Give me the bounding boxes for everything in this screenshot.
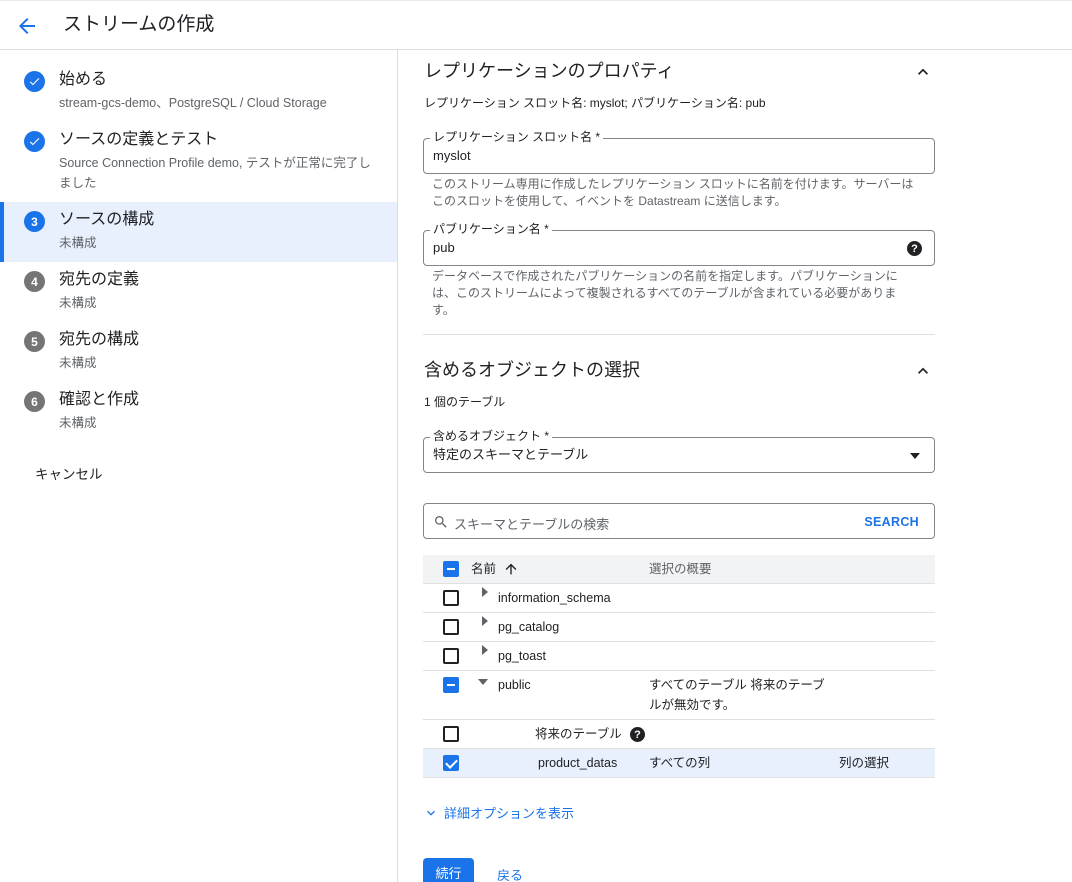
step-number-badge: 6 <box>24 391 45 412</box>
page-title: ストリームの作成 <box>63 14 215 35</box>
check-circle-icon <box>24 131 45 152</box>
publication-name-value[interactable]: pub <box>433 240 455 256</box>
expand-right-icon[interactable] <box>482 587 488 597</box>
row-checkbox[interactable] <box>443 648 459 664</box>
help-icon[interactable]: ? <box>630 727 645 742</box>
table-count: 1 個のテーブル <box>424 395 506 409</box>
expand-right-icon[interactable] <box>482 616 488 626</box>
select-columns-link[interactable]: 列の選択 <box>839 753 889 773</box>
section-heading-replication: レプリケーションのプロパティ <box>424 61 675 81</box>
table-row: pg_toast <box>423 642 935 671</box>
app-header: ストリームの作成 <box>0 0 1072 50</box>
step-number-badge: 3 <box>24 211 45 232</box>
table-row: product_datas すべての列 列の選択 <box>423 749 935 778</box>
replication-summary: レプリケーション スロット名: myslot; パブリケーション名: pub <box>424 96 766 110</box>
row-checkbox[interactable] <box>443 726 459 742</box>
step-subtitle: 未構成 <box>59 296 97 310</box>
row-checkbox[interactable] <box>443 755 459 771</box>
dropdown-arrow-icon <box>910 453 920 459</box>
schema-search-box[interactable]: スキーマとテーブルの検索 SEARCH <box>423 503 935 539</box>
column-header-name[interactable]: 名前 <box>471 559 496 579</box>
sort-arrow-up-icon[interactable] <box>503 561 519 577</box>
future-tables-label: 将来のテーブル <box>535 727 622 741</box>
expand-right-icon[interactable] <box>482 645 488 655</box>
step-4[interactable]: 4 宛先の定義 未構成 <box>0 262 397 322</box>
section-divider <box>423 334 935 335</box>
step-3[interactable]: 3 ソースの構成 未構成 <box>0 202 397 262</box>
selection-summary: すべてのテーブル 将来のテーブルが無効です。 <box>649 678 825 712</box>
slot-name-help: このストリーム専用に作成したレプリケーション スロットに名前を付けます。サーバー… <box>432 177 914 208</box>
step-title: ソースの構成 <box>59 211 155 228</box>
row-checkbox[interactable] <box>443 590 459 606</box>
main-content: レプリケーションのプロパティ レプリケーション スロット名: myslot; パ… <box>399 50 1072 882</box>
chevron-down-icon <box>427 810 435 816</box>
search-input[interactable]: スキーマとテーブルの検索 <box>454 514 609 533</box>
row-checkbox[interactable] <box>443 619 459 635</box>
schema-name: information_schema <box>498 591 611 605</box>
slot-name-field[interactable]: レプリケーション スロット名 * myslot <box>423 130 935 174</box>
step-subtitle: 未構成 <box>59 356 97 370</box>
table-row: public すべてのテーブル 将来のテーブルが無効です。 <box>423 671 935 720</box>
include-objects-value: 特定のスキーマとテーブル <box>433 447 589 462</box>
show-advanced-options[interactable]: 詳細オプションを表示 <box>423 803 574 822</box>
publication-name-field[interactable]: パブリケーション名 * pub ? <box>423 222 935 266</box>
step-1[interactable]: 始める stream-gcs-demo、PostgreSQL / Cloud S… <box>0 60 397 120</box>
section-heading-objects: 含めるオブジェクトの選択 <box>424 360 640 380</box>
table-name: product_datas <box>538 756 618 770</box>
schema-name: pg_toast <box>498 649 546 663</box>
search-button[interactable]: SEARCH <box>864 515 919 529</box>
slot-name-label: レプリケーション スロット名 * <box>430 130 604 144</box>
step-title: 宛先の定義 <box>59 271 140 288</box>
continue-button[interactable]: 続行 <box>423 858 474 882</box>
step-title: 確認と作成 <box>59 391 140 408</box>
row-checkbox[interactable] <box>443 677 459 693</box>
table-header: 名前 選択の概要 <box>423 555 935 584</box>
stepper-sidebar: 始める stream-gcs-demo、PostgreSQL / Cloud S… <box>0 50 398 882</box>
table-row: pg_catalog <box>423 613 935 642</box>
table-row: information_schema <box>423 584 935 613</box>
help-icon[interactable]: ? <box>907 241 922 256</box>
search-icon <box>435 516 447 528</box>
step-2[interactable]: ソースの定義とテスト Source Connection Profile dem… <box>0 120 397 200</box>
cancel-button[interactable]: キャンセル <box>35 463 103 483</box>
publication-name-help: データベースで作成されたパブリケーションの名前を指定します。パブリケーションには… <box>432 269 898 317</box>
publication-name-label: パブリケーション名 * <box>430 222 552 236</box>
step-subtitle: 未構成 <box>59 236 97 250</box>
table-row: 将来のテーブル ? <box>423 720 935 749</box>
step-6[interactable]: 6 確認と作成 未構成 <box>0 382 397 442</box>
expand-less-icon[interactable] <box>913 361 933 381</box>
select-all-checkbox[interactable] <box>443 561 459 577</box>
expand-less-icon[interactable] <box>913 62 933 82</box>
check-circle-icon <box>24 71 45 92</box>
back-button[interactable]: 戻る <box>497 865 523 882</box>
step-title: 始める <box>59 71 108 88</box>
step-number-badge: 4 <box>24 271 45 292</box>
step-5[interactable]: 5 宛先の構成 未構成 <box>0 322 397 382</box>
schema-name: pg_catalog <box>498 620 560 634</box>
arrow-back-icon[interactable] <box>15 14 39 38</box>
schema-name: public <box>498 678 531 692</box>
expand-down-icon[interactable] <box>478 679 488 685</box>
include-objects-select[interactable]: 含めるオブジェクト * 特定のスキーマとテーブル <box>423 429 935 473</box>
advanced-options-label: 詳細オプションを表示 <box>444 806 575 821</box>
selection-summary: すべての列 <box>649 756 711 770</box>
step-subtitle: 未構成 <box>59 416 97 430</box>
step-subtitle: Source Connection Profile demo, テストが正常に完… <box>59 156 371 190</box>
slot-name-value[interactable]: myslot <box>433 148 471 164</box>
step-number-badge: 5 <box>24 331 45 352</box>
step-subtitle: stream-gcs-demo、PostgreSQL / Cloud Stora… <box>59 96 327 110</box>
include-objects-label: 含めるオブジェクト * <box>430 429 553 443</box>
step-title: ソースの定義とテスト <box>59 131 219 148</box>
column-header-summary: 選択の概要 <box>649 562 712 576</box>
step-title: 宛先の構成 <box>59 331 140 348</box>
